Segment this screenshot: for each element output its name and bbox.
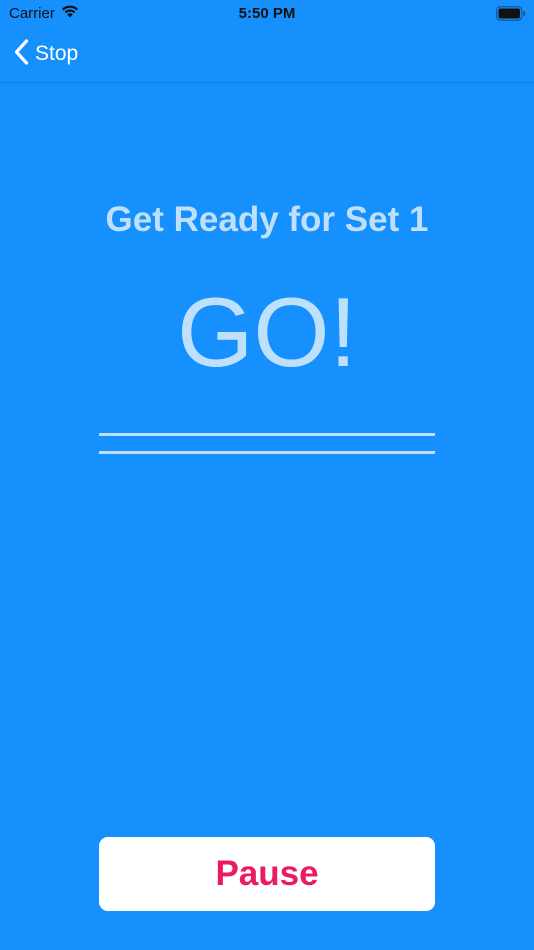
- pause-button[interactable]: Pause: [99, 837, 435, 911]
- divider-line: [99, 451, 435, 454]
- set-title: Get Ready for Set 1: [105, 200, 429, 239]
- divider-line: [99, 433, 435, 436]
- battery-icon: [496, 6, 526, 21]
- status-time: 5:50 PM: [238, 5, 296, 22]
- countdown-text: GO!: [177, 277, 357, 387]
- back-label: Stop: [35, 42, 79, 65]
- chevron-left-icon: [14, 38, 29, 70]
- status-bar: Carrier 5:50 PM: [0, 0, 534, 28]
- stop-back-button[interactable]: Stop: [14, 38, 79, 70]
- navigation-bar: Stop: [0, 28, 534, 83]
